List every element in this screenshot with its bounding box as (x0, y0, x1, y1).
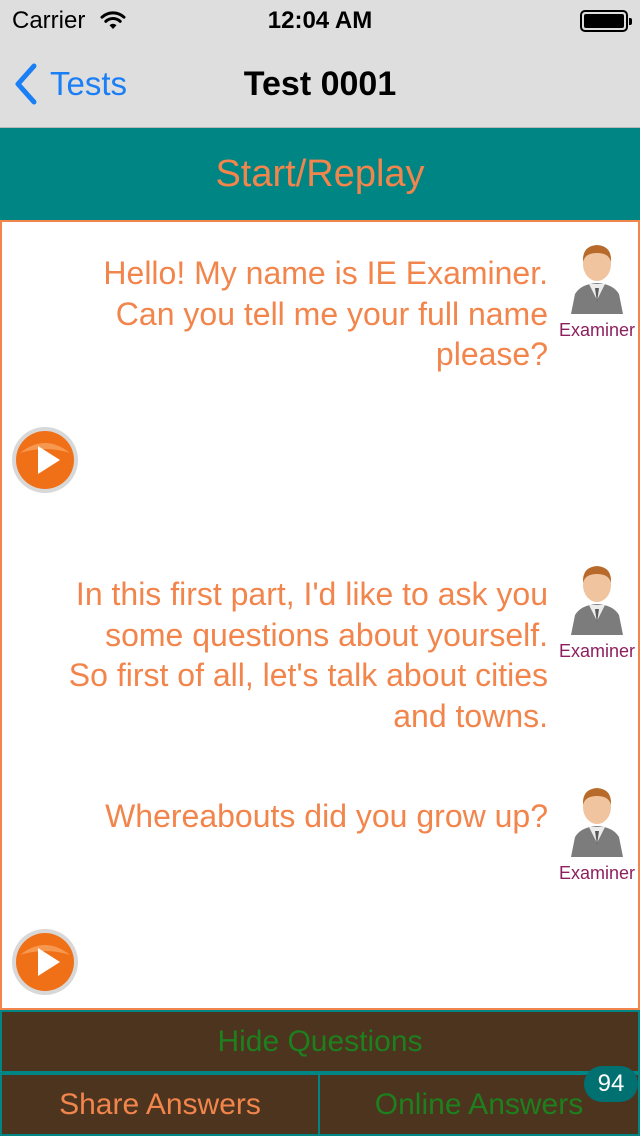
navigation-bar: Tests Test 0001 (0, 40, 640, 128)
examiner-message: In this first part, I'd like to ask you … (68, 576, 548, 734)
examiner-message: Whereabouts did you grow up? (105, 798, 548, 834)
bottom-action-bar: Hide Questions Share Answers Online Answ… (0, 1010, 640, 1136)
online-answers-count-badge: 94 (584, 1066, 638, 1102)
share-answers-button[interactable]: Share Answers (0, 1073, 320, 1136)
status-bar: Carrier 12:04 AM (0, 0, 640, 40)
examiner-avatar-icon (571, 245, 623, 314)
speaker-label: Examiner (558, 641, 636, 661)
examiner-message: Hello! My name is IE Examiner. Can you t… (103, 255, 548, 372)
battery-icon (580, 10, 632, 32)
page-title: Test 0001 (243, 65, 397, 103)
play-icon (12, 929, 78, 995)
conversation-panel: Hello! My name is IE Examiner. Can you t… (0, 220, 640, 1010)
speaker-label: Examiner (558, 320, 636, 340)
play-button[interactable] (10, 927, 80, 997)
speaker-label: Examiner (558, 863, 636, 883)
status-time: 12:04 AM (267, 7, 373, 34)
play-button[interactable] (10, 425, 80, 495)
hide-questions-button[interactable]: Hide Questions (0, 1010, 640, 1073)
examiner-avatar-icon (571, 788, 623, 857)
examiner-avatar: Examiner (554, 559, 640, 662)
play-icon (12, 427, 78, 493)
examiner-avatar-icon (571, 566, 623, 635)
examiner-avatar: Examiner (554, 781, 640, 884)
examiner-avatar: Examiner (554, 238, 640, 341)
start-replay-button[interactable]: Start/Replay (0, 128, 640, 220)
